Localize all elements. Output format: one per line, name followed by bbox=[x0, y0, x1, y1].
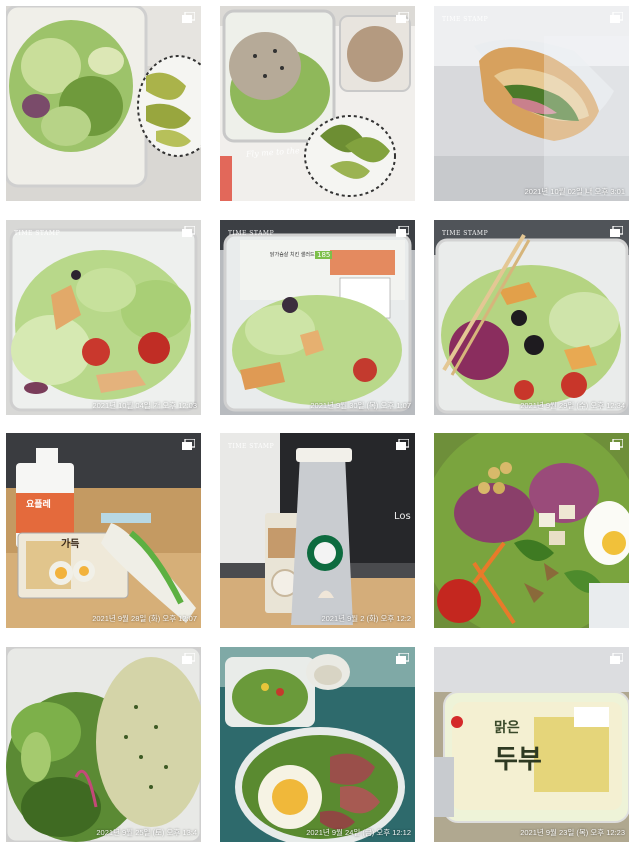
post-tile[interactable]: 2021년 9월 24일 (금) 오후 12:12 bbox=[220, 647, 415, 842]
stack-icon bbox=[396, 226, 409, 237]
snacks-photo bbox=[6, 433, 201, 628]
stack-icon bbox=[182, 226, 195, 237]
time-stamp-brand: TIME STAMP bbox=[228, 443, 275, 450]
photo-timestamp: 2021년 9월 28일 (화) 오후 12:07 bbox=[92, 614, 197, 623]
post-tile[interactable]: Fly me to the bbox=[220, 6, 415, 201]
stack-icon bbox=[396, 439, 409, 450]
post-tile[interactable]: TIME STAMP 2021년 10월 04일 ㈎ 오후 12:03 bbox=[6, 220, 201, 415]
post-tile[interactable]: TIME STAMP Los 2021년 9월 2 (화) 오후 12:2 bbox=[220, 433, 415, 628]
monitor-text: Los bbox=[394, 511, 411, 522]
stack-icon bbox=[396, 653, 409, 664]
tumbler-photo bbox=[220, 433, 415, 628]
post-tile[interactable] bbox=[434, 433, 629, 628]
time-stamp-brand: TIME STAMP bbox=[14, 230, 61, 237]
photo-timestamp: 2021년 9월 29일 (수) 오후 12:34 bbox=[520, 401, 625, 410]
salad-photo bbox=[434, 220, 629, 415]
photo-timestamp: 2021년 10월 02일 ㈏ 오후 3:01 bbox=[524, 187, 625, 196]
salad-egg-photo bbox=[220, 647, 415, 842]
time-stamp-brand: TIME STAMP bbox=[442, 16, 489, 23]
photo-timestamp: 2021년 10월 04일 ㈎ 오후 12:03 bbox=[92, 401, 197, 410]
photo-timestamp: 2021년 9월 24일 (금) 오후 12:12 bbox=[306, 828, 411, 837]
photo-timestamp: 2021년 9월 2 (화) 오후 12:2 bbox=[321, 614, 411, 623]
salad-photo bbox=[220, 6, 415, 201]
salad-photo bbox=[6, 6, 201, 201]
stack-icon bbox=[182, 439, 195, 450]
tofu-sub-label: 맑은 bbox=[494, 720, 520, 736]
salad-label-name: 닭가슴살 치킨 샐러드 bbox=[270, 252, 315, 258]
stack-icon bbox=[182, 653, 195, 664]
time-stamp-brand: TIME STAMP bbox=[442, 230, 489, 237]
stack-icon bbox=[396, 12, 409, 23]
post-tile[interactable]: TIME STAMP 2021년 9월 29일 (수) 오후 12:34 bbox=[434, 220, 629, 415]
photo-timestamp: 2021년 9월 30일 (목) 오후 1:07 bbox=[310, 401, 411, 410]
stack-icon bbox=[610, 439, 623, 450]
photo-timestamp: 2021년 9월 25일 (토) 오후 13:4 bbox=[96, 828, 197, 837]
salad-photo bbox=[6, 647, 201, 842]
stack-icon bbox=[610, 653, 623, 664]
salad-photo bbox=[220, 220, 415, 415]
post-tile[interactable] bbox=[6, 6, 201, 201]
egg-label: 가득 bbox=[61, 539, 80, 550]
sandwich-photo bbox=[434, 6, 629, 201]
post-tile[interactable]: 요플레 가득 2021년 9월 28일 (화) 오후 12:07 bbox=[6, 433, 201, 628]
post-tile[interactable]: 맑은 두부 2021년 9월 23일 (목) 오후 12:23 bbox=[434, 647, 629, 842]
stack-icon bbox=[610, 226, 623, 237]
photo-timestamp: 2021년 9월 23일 (목) 오후 12:23 bbox=[520, 828, 625, 837]
stack-icon bbox=[610, 12, 623, 23]
salad-price: 185 bbox=[315, 251, 333, 259]
milk-brand: 요플레 bbox=[26, 500, 51, 510]
cobb-salad-photo bbox=[434, 433, 629, 628]
post-tile[interactable]: 2021년 9월 25일 (토) 오후 13:4 bbox=[6, 647, 201, 842]
time-stamp-brand: TIME STAMP bbox=[228, 230, 275, 237]
post-tile[interactable]: TIME STAMP 닭가슴살 치킨 샐러드 185 2021년 9월 30일 … bbox=[220, 220, 415, 415]
tofu-label: 두부 bbox=[494, 745, 542, 775]
stack-icon bbox=[182, 12, 195, 23]
salad-photo bbox=[6, 220, 201, 415]
post-tile[interactable]: TIME STAMP 2021년 10월 02일 ㈏ 오후 3:01 bbox=[434, 6, 629, 201]
